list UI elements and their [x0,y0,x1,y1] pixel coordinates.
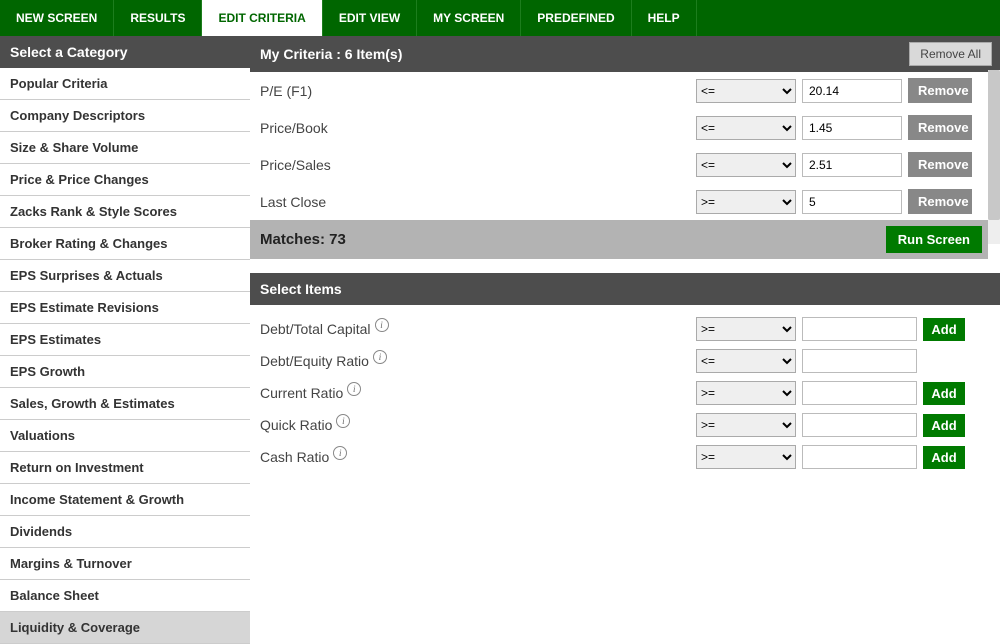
criteria-list: P/E (F1) <=>==<> Remove Price/Book <=>==<> Re… [250,72,988,220]
category-item[interactable]: Valuations [0,420,250,452]
operator-select[interactable]: <=>==<> [696,116,796,140]
tab-edit-criteria[interactable]: EDIT CRITERIA [202,0,322,36]
category-item[interactable]: EPS Growth [0,356,250,388]
criteria-row: Price/Book <=>==<> Remove [250,109,988,146]
category-item[interactable]: Liquidity & Coverage [0,612,250,644]
operator-select[interactable]: <=>==<> [696,349,796,373]
category-item[interactable]: Dividends [0,516,250,548]
tab-new-screen[interactable]: NEW SCREEN [0,0,114,36]
tab-help[interactable]: HELP [632,0,697,36]
remove-button[interactable]: Remove [908,152,972,177]
add-button[interactable]: Add [923,446,965,469]
category-item[interactable]: Balance Sheet [0,580,250,612]
criteria-row: Price/Sales <=>==<> Remove [250,146,988,183]
select-item-label-text: Debt/Equity Ratio [260,353,369,369]
category-item[interactable]: EPS Estimate Revisions [0,292,250,324]
operator-select[interactable]: <=>==<> [696,381,796,405]
category-item[interactable]: Price & Price Changes [0,164,250,196]
criteria-label: Price/Sales [260,157,690,173]
remove-all-button[interactable]: Remove All [909,42,992,66]
add-button[interactable]: Add [923,318,965,341]
select-item-label-text: Debt/Total Capital [260,321,371,337]
tab-results[interactable]: RESULTS [114,0,202,36]
main-wrap: Select a Category Popular CriteriaCompan… [0,36,1000,644]
info-icon[interactable]: i [333,446,347,460]
info-icon[interactable]: i [347,382,361,396]
info-icon[interactable]: i [375,318,389,332]
criteria-label: Last Close [260,194,690,210]
select-item-label: Cash Ratio i [260,449,690,465]
category-item[interactable]: Broker Rating & Changes [0,228,250,260]
criteria-label: P/E (F1) [260,83,690,99]
info-icon[interactable]: i [336,414,350,428]
matches-bar: Matches: 73 Run Screen [250,220,988,259]
select-item-label: Debt/Equity Ratio i [260,353,690,369]
select-item-label-text: Quick Ratio [260,417,332,433]
add-button[interactable]: Add [923,382,965,405]
my-criteria-header: My Criteria : 6 Item(s) Remove All [250,36,1000,72]
select-item-label-text: Cash Ratio [260,449,329,465]
criteria-value-input[interactable] [802,116,902,140]
operator-select[interactable]: <=>==<> [696,413,796,437]
run-screen-button[interactable]: Run Screen [886,226,982,253]
remove-button[interactable]: Remove [908,189,972,214]
operator-select[interactable]: <=>==<> [696,79,796,103]
operator-select[interactable]: <=>==<> [696,190,796,214]
select-item-row: Debt/Total Capital i <=>==<> Add [250,313,1000,345]
select-item-label: Current Ratio i [260,385,690,401]
main-panel: My Criteria : 6 Item(s) Remove All P/E (… [250,36,1000,644]
select-item-row: Debt/Equity Ratio i<=>==<>Add [250,345,1000,377]
sidebar: Select a Category Popular CriteriaCompan… [0,36,250,644]
scrollbar[interactable] [988,70,1000,244]
select-item-label-text: Current Ratio [260,385,343,401]
category-item[interactable]: Size & Share Volume [0,132,250,164]
top-nav: NEW SCREENRESULTSEDIT CRITERIAEDIT VIEWM… [0,0,1000,36]
criteria-label: Price/Book [260,120,690,136]
select-item-value-input[interactable] [802,445,917,469]
operator-select[interactable]: <=>==<> [696,445,796,469]
tab-edit-view[interactable]: EDIT VIEW [323,0,417,36]
add-button[interactable]: Add [923,414,965,437]
category-item[interactable]: Zacks Rank & Style Scores [0,196,250,228]
select-item-row: Quick Ratio i <=>==<> Add [250,409,1000,441]
info-icon[interactable]: i [373,350,387,364]
category-list: Popular CriteriaCompany DescriptorsSize … [0,68,250,644]
select-item-value-input[interactable] [802,349,917,373]
sidebar-heading: Select a Category [0,36,250,68]
category-item[interactable]: Company Descriptors [0,100,250,132]
remove-button[interactable]: Remove [908,115,972,140]
category-item[interactable]: EPS Estimates [0,324,250,356]
matches-label: Matches: 73 [260,231,346,248]
select-item-label: Debt/Total Capital i [260,321,690,337]
select-item-value-input[interactable] [802,413,917,437]
tab-my-screen[interactable]: MY SCREEN [417,0,521,36]
category-item[interactable]: EPS Surprises & Actuals [0,260,250,292]
select-item-label: Quick Ratio i [260,417,690,433]
select-item-value-input[interactable] [802,381,917,405]
select-items-header: Select Items [250,273,1000,305]
select-items-list: Debt/Total Capital i <=>==<> Add Debt/Equit… [250,305,1000,473]
tab-predefined[interactable]: PREDEFINED [521,0,631,36]
remove-button[interactable]: Remove [908,78,972,103]
category-item[interactable]: Popular Criteria [0,68,250,100]
select-item-value-input[interactable] [802,317,917,341]
select-item-row: Current Ratio i <=>==<> Add [250,377,1000,409]
category-item[interactable]: Income Statement & Growth [0,484,250,516]
category-item[interactable]: Return on Investment [0,452,250,484]
category-item[interactable]: Sales, Growth & Estimates [0,388,250,420]
criteria-value-input[interactable] [802,153,902,177]
criteria-row: P/E (F1) <=>==<> Remove [250,72,988,109]
operator-select[interactable]: <=>==<> [696,317,796,341]
criteria-row: Last Close <=>==<> Remove [250,183,988,220]
scrollbar-thumb[interactable] [988,70,1000,220]
my-criteria-title: My Criteria : 6 Item(s) [260,46,402,62]
select-item-row: Cash Ratio i <=>==<> Add [250,441,1000,473]
criteria-value-input[interactable] [802,79,902,103]
operator-select[interactable]: <=>==<> [696,153,796,177]
criteria-value-input[interactable] [802,190,902,214]
category-item[interactable]: Margins & Turnover [0,548,250,580]
